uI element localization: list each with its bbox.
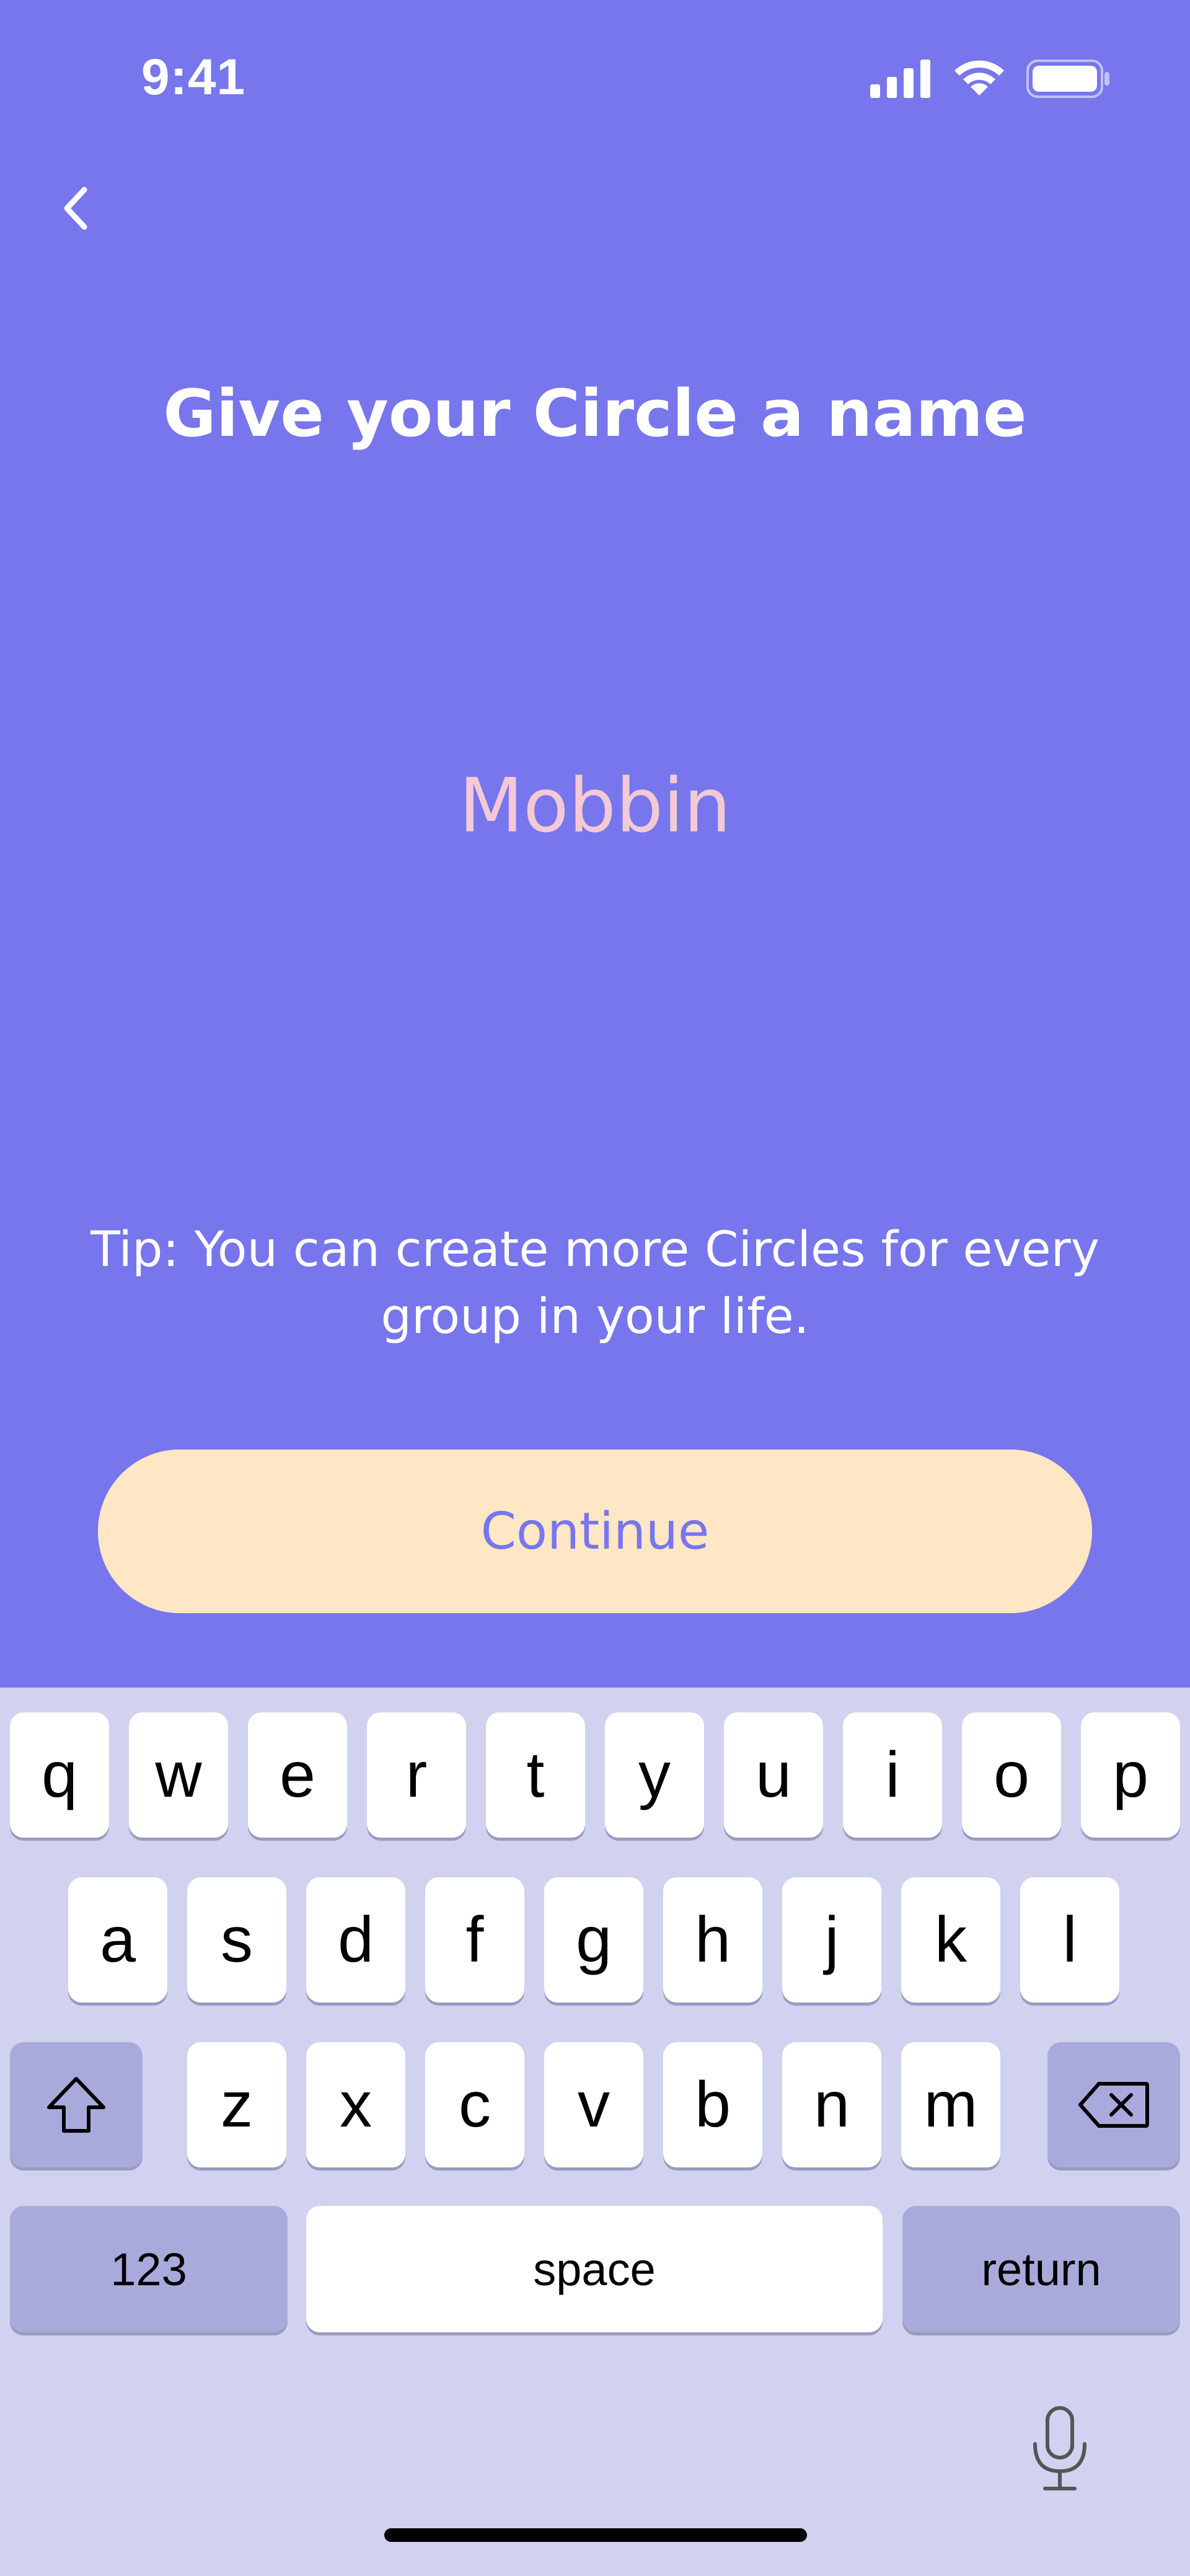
key-x[interactable]: x bbox=[306, 2042, 405, 2167]
key-n[interactable]: n bbox=[782, 2042, 881, 2167]
circle-name-input[interactable] bbox=[223, 744, 967, 868]
key-h[interactable]: h bbox=[663, 1877, 762, 2003]
key-r[interactable]: r bbox=[367, 1712, 466, 1838]
home-indicator bbox=[384, 2528, 807, 2542]
key-o[interactable]: o bbox=[962, 1712, 1061, 1838]
key-k[interactable]: k bbox=[901, 1877, 1000, 2003]
status-time: 9:41 bbox=[141, 49, 246, 105]
key-d[interactable]: d bbox=[306, 1877, 405, 2003]
key-a[interactable]: a bbox=[68, 1877, 167, 2003]
delete-key[interactable] bbox=[1047, 2042, 1180, 2167]
numbers-key[interactable]: 123 bbox=[10, 2206, 288, 2332]
space-key[interactable]: space bbox=[306, 2206, 883, 2332]
shift-icon bbox=[47, 2077, 105, 2133]
status-bar: 9:41 bbox=[0, 0, 1190, 155]
key-s[interactable]: s bbox=[187, 1877, 286, 2003]
key-b[interactable]: b bbox=[663, 2042, 762, 2167]
return-key[interactable]: return bbox=[902, 2206, 1180, 2332]
space-key-label: space bbox=[533, 2243, 656, 2295]
shift-key[interactable] bbox=[10, 2042, 143, 2167]
tip-text: Tip: You can create more Circles for eve… bbox=[90, 1222, 1100, 1345]
back-button[interactable] bbox=[51, 177, 100, 239]
key-p[interactable]: p bbox=[1081, 1712, 1180, 1838]
wifi-icon bbox=[954, 60, 1004, 95]
key-c[interactable]: c bbox=[425, 2042, 524, 2167]
chevron-left-icon bbox=[64, 187, 87, 230]
page-title: Give your Circle a name bbox=[163, 376, 1027, 451]
key-j[interactable]: j bbox=[782, 1877, 881, 2003]
key-q[interactable]: q bbox=[10, 1712, 109, 1838]
continue-button[interactable]: Continue bbox=[98, 1450, 1092, 1613]
key-g[interactable]: g bbox=[544, 1877, 643, 2003]
microphone-icon[interactable] bbox=[1029, 2406, 1091, 2492]
key-z[interactable]: z bbox=[187, 2042, 286, 2167]
key-u[interactable]: u bbox=[724, 1712, 823, 1838]
key-i[interactable]: i bbox=[843, 1712, 942, 1838]
key-y[interactable]: y bbox=[605, 1712, 704, 1838]
battery-icon bbox=[1026, 60, 1109, 98]
backspace-icon bbox=[1078, 2082, 1149, 2128]
return-key-label: return bbox=[981, 2243, 1101, 2295]
key-f[interactable]: f bbox=[425, 1877, 524, 2003]
key-m[interactable]: m bbox=[901, 2042, 1000, 2167]
numbers-key-label: 123 bbox=[110, 2243, 187, 2295]
key-l[interactable]: l bbox=[1020, 1877, 1119, 2003]
key-w[interactable]: w bbox=[129, 1712, 228, 1838]
keyboard: q w e r t y u i o p a s d f g h j k l z … bbox=[0, 1688, 1190, 2576]
key-e[interactable]: e bbox=[248, 1712, 347, 1838]
key-t[interactable]: t bbox=[486, 1712, 585, 1838]
cellular-signal-icon bbox=[870, 60, 930, 98]
key-v[interactable]: v bbox=[544, 2042, 643, 2167]
